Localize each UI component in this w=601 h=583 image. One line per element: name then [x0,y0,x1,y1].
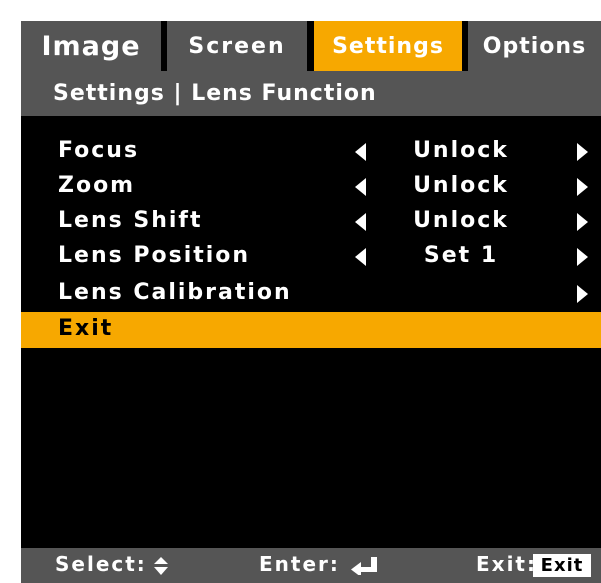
menu-item-label: Exit [58,316,114,341]
up-down-arrow-icon [154,557,168,575]
arrow-left-icon[interactable] [355,213,366,231]
arrow-right-icon[interactable] [577,285,588,303]
menu-item-lens-shift[interactable]: Lens Shift Unlock [21,204,601,240]
arrow-right-icon[interactable] [577,178,588,196]
tab-options-label: Options [482,33,587,59]
menu-item-label: Focus [58,138,140,163]
exit-hint: Exit: [476,552,537,576]
menu-item-zoom[interactable]: Zoom Unlock [21,169,601,205]
menu-item-focus[interactable]: Focus Unlock [21,134,601,170]
breadcrumb: Settings | Lens Function [21,74,601,116]
menu-item-lens-calibration[interactable]: Lens Calibration [21,276,601,312]
tab-options[interactable]: Options [468,21,601,71]
footer-hints: Select: Enter: Exit: Exit [21,548,601,583]
menu-item-value: Set 1 [423,243,499,268]
exit-key-badge: Exit [533,554,591,577]
arrow-left-icon[interactable] [355,248,366,266]
menu-item-exit[interactable]: Exit [21,312,601,348]
menu-item-lens-position[interactable]: Lens Position Set 1 [21,239,601,275]
tab-image-label: Image [41,30,141,62]
breadcrumb-text: Settings | Lens Function [53,81,377,106]
menu-item-label: Lens Shift [58,208,203,233]
arrow-left-icon[interactable] [355,178,366,196]
tab-settings-label: Settings [332,33,444,59]
menu-item-label: Zoom [58,173,136,198]
tab-screen-label: Screen [188,33,286,59]
tab-settings[interactable]: Settings [314,21,462,71]
menu-item-label: Lens Calibration [58,280,292,305]
enter-key-icon [351,557,377,575]
arrow-right-icon[interactable] [577,143,588,161]
enter-hint: Enter: [259,552,340,576]
menu-item-value: Unlock [413,208,509,233]
tab-image[interactable]: Image [21,21,161,71]
menu-item-value: Unlock [413,173,509,198]
menu-item-value: Unlock [413,138,509,163]
arrow-right-icon[interactable] [577,213,588,231]
arrow-right-icon[interactable] [577,248,588,266]
select-hint: Select: [55,552,147,576]
menu-item-label: Lens Position [58,243,251,268]
osd-menu: Image Screen Settings Options Settings |… [21,21,601,583]
osd-frame: Image Screen Settings Options Settings |… [0,0,601,583]
tab-screen[interactable]: Screen [167,21,307,71]
arrow-left-icon[interactable] [355,143,366,161]
